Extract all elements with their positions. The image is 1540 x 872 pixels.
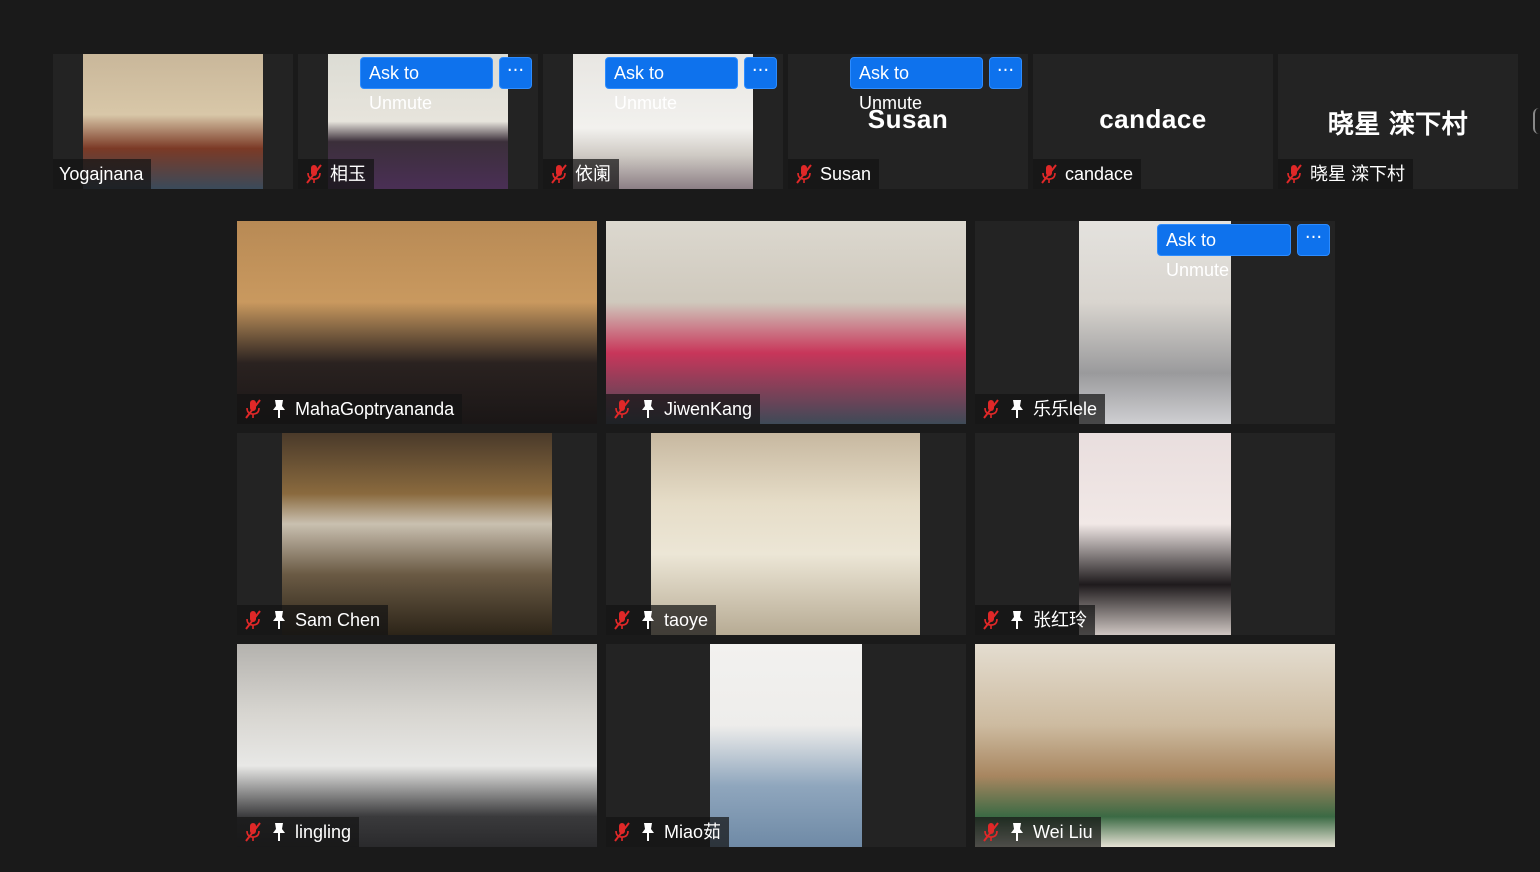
participant-label: 依阑 xyxy=(543,159,619,189)
participant-name: Wei Liu xyxy=(1033,822,1093,842)
ask-to-unmute-button[interactable]: Ask to Unmute xyxy=(360,57,493,113)
participant-display-name: candace xyxy=(1099,104,1207,134)
participant-label: 相玉 xyxy=(298,159,374,189)
microphone-muted-icon xyxy=(983,399,999,419)
more-options-icon: ··· xyxy=(996,60,1015,81)
participant-display-name: 晓星 滦下村 xyxy=(1327,109,1469,139)
participant-name: 张红玲 xyxy=(1033,610,1087,630)
more-options-button[interactable]: ··· xyxy=(1297,224,1330,256)
microphone-muted-icon xyxy=(551,164,567,184)
participant-name: lingling xyxy=(295,822,352,842)
microphone-muted-icon xyxy=(983,822,999,842)
participant-tile-jiwenkang[interactable]: JiwenKang xyxy=(606,221,966,424)
microphone-muted-icon xyxy=(245,822,261,842)
participant-label: Yogajnana xyxy=(53,159,152,189)
participant-label: taoye xyxy=(606,605,717,635)
participant-video xyxy=(1079,433,1231,635)
more-options-button[interactable]: ··· xyxy=(499,57,532,89)
participant-tile-sam-chen[interactable]: Sam Chen xyxy=(237,433,597,635)
participant-name: candace xyxy=(1065,164,1134,184)
pin-icon xyxy=(273,400,285,418)
participant-name: 依阑 xyxy=(575,164,611,184)
participant-name: Miao茹 xyxy=(664,822,722,842)
ask-to-unmute-button[interactable]: Ask to Unmute xyxy=(1157,224,1291,280)
participant-tile-yilan[interactable]: Ask to Unmute ··· 依阑 xyxy=(543,54,783,189)
participant-label: Susan xyxy=(788,159,880,189)
participant-label: MahaGoptryananda xyxy=(237,394,463,424)
next-page-arrow-icon[interactable] xyxy=(1533,108,1540,134)
participant-label: 乐乐lele xyxy=(975,394,1106,424)
participant-tile-yogajnana[interactable]: Yogajnana xyxy=(53,54,293,189)
participant-tile-taoye[interactable]: taoye xyxy=(606,433,966,635)
participant-tile-zhang-hongling[interactable]: 张红玲 xyxy=(975,433,1335,635)
participant-tile-candace[interactable]: candace candace xyxy=(1033,54,1273,189)
microphone-muted-icon xyxy=(983,610,999,630)
participant-video xyxy=(710,644,862,847)
participant-name: JiwenKang xyxy=(664,399,753,419)
pin-icon xyxy=(642,611,654,629)
participant-tile-lingling[interactable]: lingling xyxy=(237,644,597,847)
participant-tile-mahagoptryananda[interactable]: MahaGoptryananda xyxy=(237,221,597,424)
participant-label: lingling xyxy=(237,817,360,847)
participant-label: JiwenKang xyxy=(606,394,761,424)
participant-tile-wei-liu[interactable]: Wei Liu xyxy=(975,644,1335,847)
microphone-muted-icon xyxy=(1041,164,1057,184)
pin-icon xyxy=(642,400,654,418)
more-options-button[interactable]: ··· xyxy=(744,57,777,89)
participant-tile-lele[interactable]: Ask to Unmute ··· 乐乐lele xyxy=(975,221,1335,424)
pin-icon xyxy=(273,823,285,841)
participant-label: Wei Liu xyxy=(975,817,1101,847)
ask-to-unmute-button[interactable]: Ask to Unmute xyxy=(605,57,738,113)
microphone-muted-icon xyxy=(614,822,630,842)
participant-name: taoye xyxy=(664,610,709,630)
participant-name: 乐乐lele xyxy=(1033,399,1098,419)
participant-label: Sam Chen xyxy=(237,605,389,635)
participant-tile-miaoru[interactable]: Miao茹 xyxy=(606,644,966,847)
participant-tile-xiaoxing[interactable]: 晓星 滦下村 晓星 滦下村 xyxy=(1278,54,1518,189)
pin-icon xyxy=(1011,611,1023,629)
microphone-muted-icon xyxy=(245,610,261,630)
participant-tile-susan[interactable]: Susan Ask to Unmute ··· Susan xyxy=(788,54,1028,189)
participant-name: 相玉 xyxy=(330,164,366,184)
ask-to-unmute-button[interactable]: Ask to Unmute xyxy=(850,57,983,113)
more-options-icon: ··· xyxy=(506,60,525,81)
pin-icon xyxy=(273,611,285,629)
microphone-muted-icon xyxy=(614,610,630,630)
participant-tile-xiangyu[interactable]: Ask to Unmute ··· 相玉 xyxy=(298,54,538,189)
more-options-icon: ··· xyxy=(1304,227,1323,248)
microphone-muted-icon xyxy=(306,164,322,184)
participant-label: 晓星 滦下村 xyxy=(1278,159,1414,189)
participant-name: 晓星 滦下村 xyxy=(1310,164,1406,184)
more-options-icon: ··· xyxy=(751,60,770,81)
participant-name: Susan xyxy=(820,164,872,184)
more-options-button[interactable]: ··· xyxy=(989,57,1022,89)
participant-name: Sam Chen xyxy=(295,610,381,630)
microphone-muted-icon xyxy=(796,164,812,184)
participant-label: candace xyxy=(1033,159,1142,189)
participant-name: Yogajnana xyxy=(59,164,144,184)
participant-label: 张红玲 xyxy=(975,605,1095,635)
pin-icon xyxy=(1011,823,1023,841)
microphone-muted-icon xyxy=(614,399,630,419)
pin-icon xyxy=(1011,400,1023,418)
microphone-muted-icon xyxy=(1286,164,1302,184)
participant-name: MahaGoptryananda xyxy=(295,399,455,419)
pin-icon xyxy=(642,823,654,841)
microphone-muted-icon xyxy=(245,399,261,419)
participant-label: Miao茹 xyxy=(606,817,730,847)
